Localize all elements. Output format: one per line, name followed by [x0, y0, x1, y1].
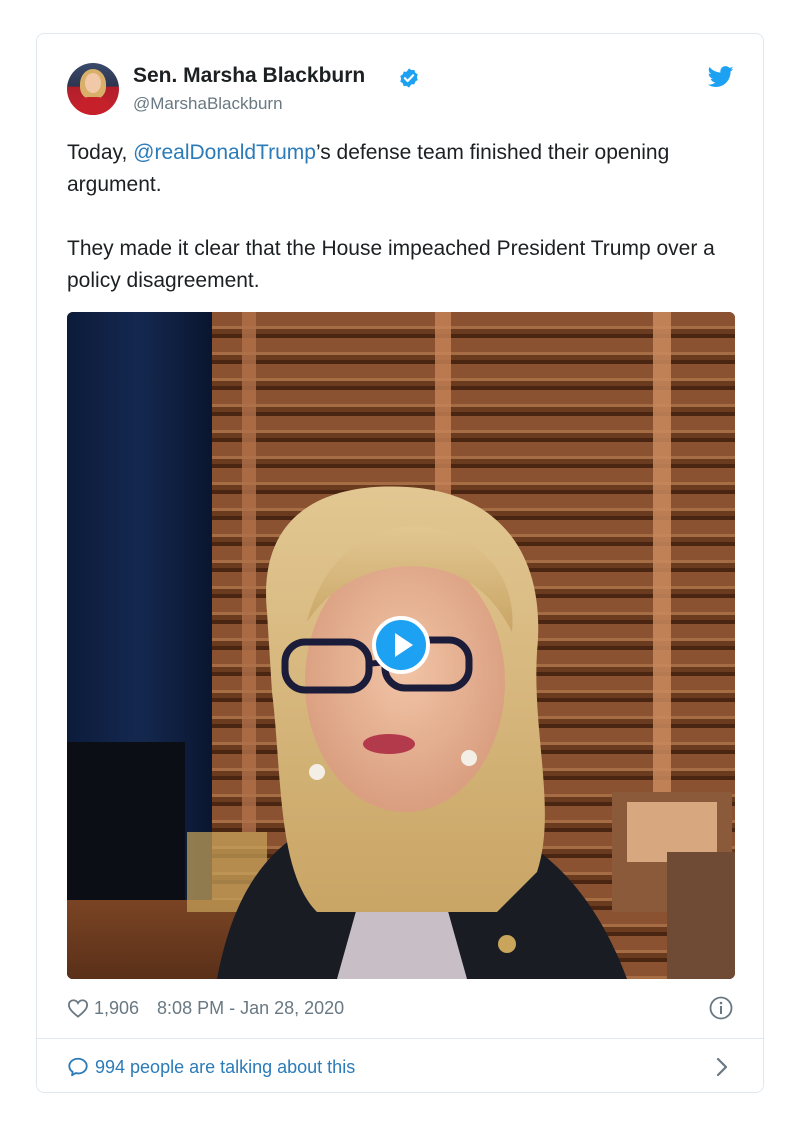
video-thumbnail[interactable]	[67, 312, 735, 979]
mention-link[interactable]: @realDonaldTrump	[133, 141, 316, 164]
tweet-paragraph-2: They made it clear that the House impeac…	[67, 237, 715, 292]
talking-count[interactable]: 994 people are talking about this	[95, 1057, 355, 1078]
author-avatar[interactable]	[67, 63, 119, 115]
author-handle[interactable]: @MarshaBlackburn	[133, 94, 283, 114]
divider	[37, 1038, 763, 1039]
tweet-text-before: Today,	[67, 141, 134, 164]
tweet-timestamp[interactable]: 8:08 PM - Jan 28, 2020	[157, 998, 344, 1019]
heart-icon[interactable]	[67, 998, 89, 1018]
author-name[interactable]: Sen. Marsha Blackburn	[133, 64, 365, 88]
play-icon[interactable]	[371, 615, 431, 675]
chevron-right-icon[interactable]	[713, 1056, 731, 1078]
twitter-bird-icon[interactable]	[708, 66, 734, 88]
info-icon[interactable]	[709, 996, 733, 1020]
verified-badge-icon	[400, 68, 418, 88]
conversation-link[interactable]: 994 people are talking about this	[67, 1054, 355, 1080]
tweet-text: Today, @realDonaldTrump’s defense team f…	[67, 137, 737, 297]
comment-bubble-icon	[68, 1057, 88, 1077]
tweet-card[interactable]: Sen. Marsha Blackburn @MarshaBlackburn T…	[36, 33, 764, 1093]
like-count[interactable]: 1,906	[94, 998, 139, 1019]
tweet-meta: 1,906 8:08 PM - Jan 28, 2020	[67, 996, 344, 1020]
